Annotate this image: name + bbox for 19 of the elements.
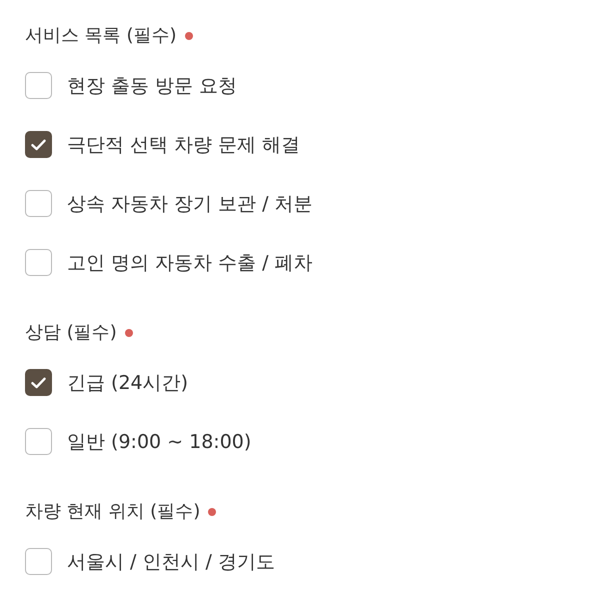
checkbox[interactable] xyxy=(25,428,52,455)
option-label: 상속 자동차 장기 보관 / 처분 xyxy=(67,192,313,216)
option-label: 일반 (9:00 ~ 18:00) xyxy=(67,430,252,454)
checkbox[interactable] xyxy=(25,369,52,396)
check-icon xyxy=(31,138,46,150)
checkbox[interactable] xyxy=(25,548,52,575)
option-label: 고인 명의 자동차 수출 / 폐차 xyxy=(67,250,313,276)
option-label: 현장 출동 방문 요청 xyxy=(67,74,238,98)
section-title: 상담 (필수) xyxy=(25,321,117,345)
section-title: 서비스 목록 (필수) xyxy=(25,24,176,48)
option-label: 긴급 (24시간) xyxy=(67,370,188,396)
checkbox[interactable] xyxy=(25,190,52,217)
option-label: 서울시 / 인천시 / 경기도 xyxy=(67,550,275,574)
checkbox[interactable] xyxy=(25,249,52,276)
option-label: 극단적 선택 차량 문제 해결 xyxy=(67,132,300,158)
check-icon xyxy=(31,376,46,388)
section-title: 차량 현재 위치 (필수) xyxy=(25,500,200,524)
checkbox[interactable] xyxy=(25,131,52,158)
checkbox[interactable] xyxy=(25,72,52,99)
